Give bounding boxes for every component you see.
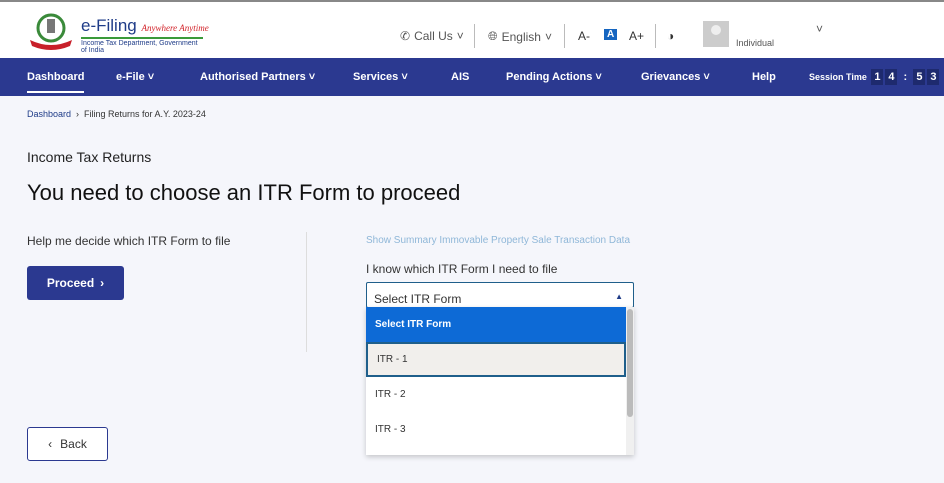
session-digit: 5 [913,69,926,85]
session-label: Session Time [809,72,867,82]
divider [306,232,307,352]
font-increase-button[interactable]: A+ [629,29,644,43]
session-colon: : [903,71,908,83]
back-button[interactable]: ‹ Back [27,427,108,461]
option-itr-2[interactable]: ITR - 2 [366,377,634,412]
phone-icon: ✆ [400,29,411,43]
nav-label: Pending Actions [506,71,593,83]
breadcrumb-dashboard[interactable]: Dashboard [27,109,71,119]
nav-label: e-File [116,71,145,83]
option-select-itr-form[interactable]: Select ITR Form [366,307,634,342]
session-time: Session Time 14:53 [809,69,940,85]
proceed-label: Proceed [46,276,95,290]
brand: e-Filing Anywhere Anytime Income Tax Dep… [81,16,209,54]
scrollbar-thumb[interactable] [627,309,633,417]
chevron-right-icon: › [100,276,105,290]
chevron-left-icon: ‹ [48,437,53,451]
call-us-menu[interactable]: ✆ Call Us ˅ [400,29,464,43]
nav-pending-actions[interactable]: Pending Actions ˅ [506,71,602,83]
avatar[interactable] [703,21,729,47]
nav-label: Services [353,71,399,83]
option-itr-3[interactable]: ITR - 3 [366,412,634,447]
select-value: Select ITR Form [374,292,462,306]
globe-icon: 🌐︎ [488,29,498,43]
nav-dashboard[interactable]: Dashboard [27,71,85,93]
divider [564,24,565,48]
nav-label: Authorised Partners [200,71,306,83]
page-title: You need to choose an ITR Form to procee… [27,180,461,205]
session-digit: 4 [885,69,898,85]
contrast-icon[interactable]: ◑ [667,29,674,43]
nav-efile[interactable]: e-File ˅ [116,71,154,83]
chevron-down-icon: ˅ [456,29,464,43]
itr-form-label: I know which ITR Form I need to file [366,262,558,276]
section-subtitle: Income Tax Returns [27,149,152,165]
session-digit: 1 [871,69,884,85]
emblem-logo[interactable] [28,12,74,50]
call-us-label: Call Us [414,29,453,43]
nav-help[interactable]: Help [752,71,776,83]
caret-up-icon: ▲ [615,292,623,301]
main-nav: Dashboard e-File ˅ Authorised Partners ˅… [0,58,944,96]
breadcrumb: Dashboard › Filing Returns for A.Y. 2023… [27,109,206,119]
summary-link[interactable]: Show Summary Immovable Property Sale Tra… [366,235,630,246]
back-label: Back [60,437,87,451]
option-itr-1[interactable]: ITR - 1 [366,342,626,377]
divider [474,24,475,48]
brand-subtitle: Income Tax Department, Government of Ind… [81,37,203,54]
brand-tagline: Anywhere Anytime [141,23,209,33]
user-type: Individual [736,38,775,48]
breadcrumb-current: Filing Returns for A.Y. 2023-24 [84,109,206,119]
header: e-Filing Anywhere Anytime Income Tax Dep… [0,0,944,58]
language-label: English [501,29,541,44]
itr-form-dropdown: Select ITR Form ITR - 1 ITR - 2 ITR - 3 [366,307,634,455]
proceed-button[interactable]: Proceed › [27,266,124,300]
chevron-down-icon: ˅ [544,29,552,44]
language-menu[interactable]: 🌐︎ English ˅ [488,29,552,44]
session-digit: 3 [927,69,940,85]
nav-grievances[interactable]: Grievances ˅ [641,71,710,83]
nav-authorised-partners[interactable]: Authorised Partners ˅ [200,71,315,83]
itr-form-select[interactable]: Select ITR Form ▲ [366,282,634,308]
chevron-down-icon[interactable]: ˅ [816,22,823,36]
dropdown-scrollbar[interactable] [626,307,634,455]
font-default-button[interactable]: A [604,29,618,40]
font-decrease-button[interactable]: A- [578,29,590,43]
divider [655,24,656,48]
help-text: Help me decide which ITR Form to file [27,234,231,248]
nav-ais[interactable]: AIS [451,71,469,83]
nav-label: Grievances [641,71,701,83]
brand-title: e-Filing [81,16,137,35]
nav-services[interactable]: Services ˅ [353,71,408,83]
